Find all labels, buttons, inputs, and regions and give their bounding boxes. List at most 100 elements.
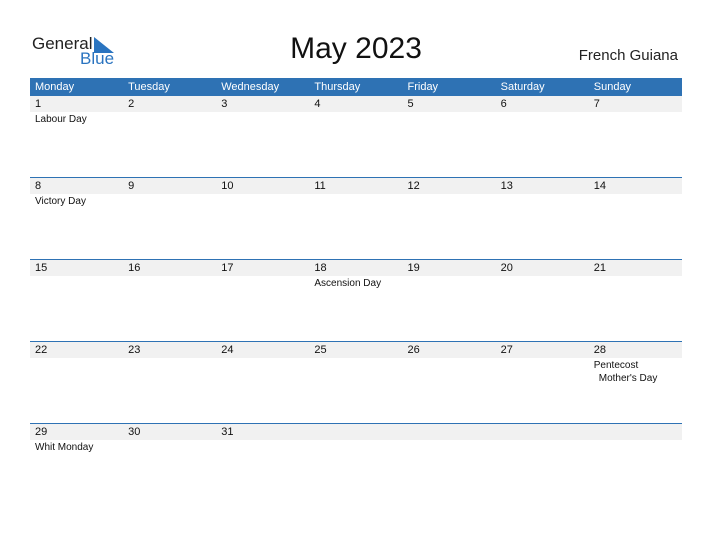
day-events: Pentecost Mother's Day (589, 358, 682, 385)
day-events (309, 194, 402, 208)
events-row: Ascension Day (30, 276, 682, 290)
day-number: 18 (314, 262, 327, 274)
day-events (309, 440, 402, 454)
weekday-label: Thursday (314, 81, 361, 93)
holiday-label: Ascension Day (314, 278, 382, 289)
day-number: 8 (35, 180, 42, 192)
date-strip: 29 30 31 (30, 424, 682, 440)
day-number: 17 (221, 262, 234, 274)
events-row: Labour Day (30, 112, 682, 126)
day-events (403, 112, 496, 126)
day-number: 25 (314, 344, 327, 356)
weekday-label: Monday (35, 81, 75, 93)
day-number: 22 (35, 344, 48, 356)
day-events (496, 194, 589, 208)
day-number (496, 424, 589, 440)
day-number: 7 (593, 98, 600, 110)
country-label: French Guiana (578, 47, 678, 64)
day-number (589, 424, 682, 440)
day-number: 26 (407, 344, 420, 356)
day-number: 30 (128, 426, 141, 438)
day-number: 20 (500, 262, 513, 274)
day-number (403, 424, 496, 440)
day-events: Ascension Day (309, 276, 402, 290)
day-events (496, 440, 589, 454)
day-number: 3 (221, 98, 228, 110)
day-events (403, 276, 496, 290)
calendar-grid: Monday Tuesday Wednesday Thursday Friday… (30, 78, 682, 505)
date-strip: 22 23 24 25 26 27 28 (30, 342, 682, 358)
day-events (403, 440, 496, 454)
day-events (496, 276, 589, 290)
holiday-label: Mother's Day (598, 373, 658, 384)
day-events: Labour Day (30, 112, 123, 126)
day-number: 27 (500, 344, 513, 356)
weekday-label: Tuesday (128, 81, 170, 93)
week-row: 8 9 10 11 12 13 14 Victory Day (30, 177, 682, 259)
events-row: Pentecost Mother's Day (30, 358, 682, 385)
day-number: 11 (314, 180, 326, 192)
day-events (123, 276, 216, 290)
day-events (496, 358, 589, 385)
week-row: 15 16 17 18 19 20 21 Ascension Day (30, 259, 682, 341)
day-events (123, 194, 216, 208)
weekday-header: Monday Tuesday Wednesday Thursday Friday… (30, 78, 682, 96)
day-number: 31 (221, 426, 234, 438)
day-number: 14 (593, 180, 606, 192)
day-events (216, 440, 309, 454)
day-events (123, 112, 216, 126)
day-number: 29 (35, 426, 48, 438)
day-number: 19 (407, 262, 420, 274)
day-number: 24 (221, 344, 234, 356)
day-number: 21 (593, 262, 606, 274)
day-events: Whit Monday (30, 440, 123, 454)
holiday-label: Labour Day (35, 114, 87, 125)
weekday-label: Saturday (500, 81, 545, 93)
holiday-label: Pentecost (593, 360, 639, 371)
holiday-label: Victory Day (35, 196, 86, 207)
week-row: 1 2 3 4 5 6 7 Labour Day (30, 96, 682, 177)
day-number: 12 (407, 180, 420, 192)
day-events (123, 440, 216, 454)
day-number: 15 (35, 262, 48, 274)
date-strip: 15 16 17 18 19 20 21 (30, 260, 682, 276)
day-events: Victory Day (30, 194, 123, 208)
week-row: 22 23 24 25 26 27 28 Pentecost Mother's Day (30, 341, 682, 423)
day-events (309, 358, 402, 385)
day-number: 13 (500, 180, 513, 192)
week-row: 29 30 31 Whit Monday (30, 423, 682, 505)
day-events (30, 276, 123, 290)
day-number: 1 (35, 98, 42, 110)
day-number: 23 (128, 344, 141, 356)
day-events (216, 358, 309, 385)
day-events (216, 276, 309, 290)
day-number (309, 424, 402, 440)
day-number: 16 (128, 262, 141, 274)
events-row: Victory Day (30, 194, 682, 208)
day-events (589, 276, 682, 290)
day-number: 9 (128, 180, 135, 192)
day-events (123, 358, 216, 385)
day-number: 6 (500, 98, 507, 110)
holiday-label: Whit Monday (35, 442, 94, 453)
weekday-label: Friday (407, 81, 439, 93)
events-row: Whit Monday (30, 440, 682, 454)
date-strip: 8 9 10 11 12 13 14 (30, 178, 682, 194)
day-events (589, 440, 682, 454)
day-number: 2 (128, 98, 135, 110)
day-events (216, 112, 309, 126)
day-events (309, 112, 402, 126)
day-number: 10 (221, 180, 234, 192)
date-strip: 1 2 3 4 5 6 7 (30, 96, 682, 112)
day-events (403, 194, 496, 208)
day-number: 5 (407, 98, 414, 110)
day-events (589, 194, 682, 208)
day-number: 4 (314, 98, 321, 110)
day-events (216, 194, 309, 208)
day-events (403, 358, 496, 385)
day-events (589, 112, 682, 126)
day-events (30, 358, 123, 385)
weeks-container: 1 2 3 4 5 6 7 Labour Day 8 9 10 11 12 13 14 Victory Day… (30, 96, 682, 505)
weekday-label: Sunday (593, 81, 632, 93)
day-number: 28 (593, 344, 606, 356)
